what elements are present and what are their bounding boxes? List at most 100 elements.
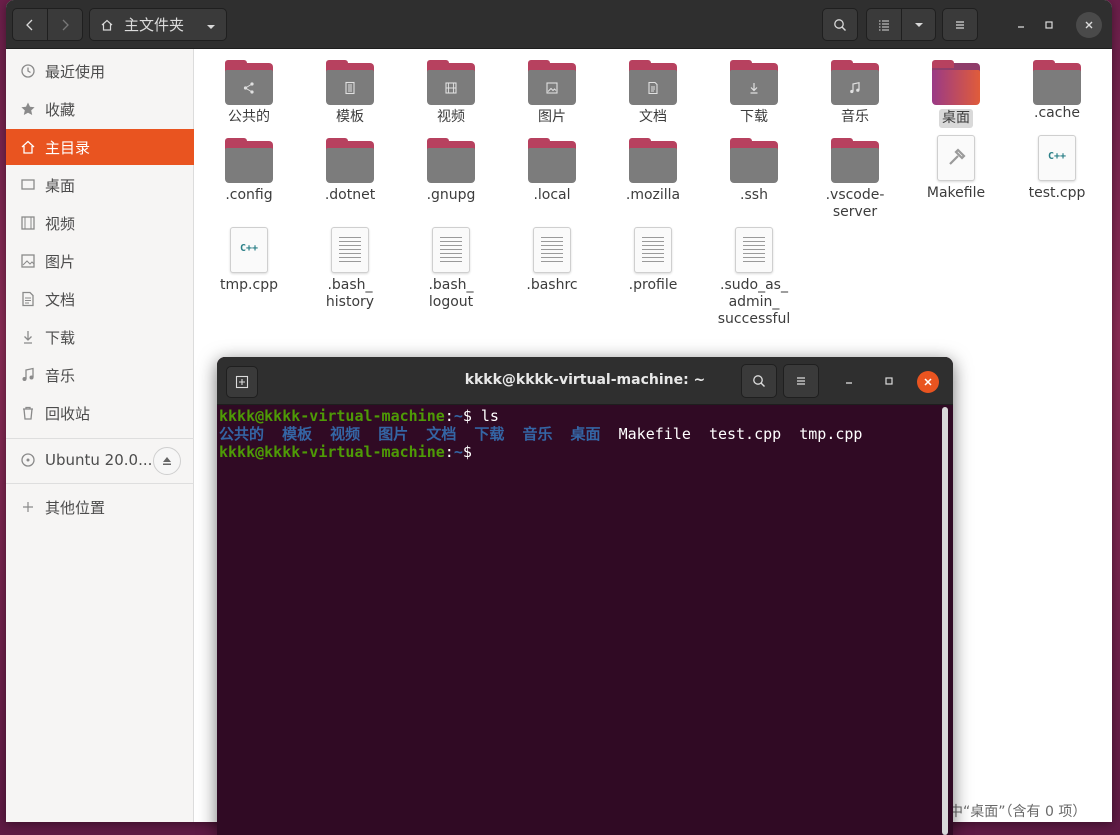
sidebar-item-home[interactable]: 主目录: [6, 129, 194, 165]
sidebar-item-label: 回收站: [45, 404, 91, 423]
maximize-button[interactable]: [1036, 12, 1062, 38]
file-name: 桌面: [939, 109, 973, 128]
close-button[interactable]: [1076, 12, 1102, 38]
status-floating-bar: 中“桌面”（含有 0 项）: [949, 804, 1087, 820]
file-item-desktop[interactable]: 桌面: [908, 57, 1004, 128]
file-name: .ssh: [740, 187, 768, 203]
sidebar-item-downloads[interactable]: 下载: [6, 319, 194, 355]
clock-icon: [19, 63, 36, 80]
folder-icon: [427, 60, 475, 105]
sidebar-item-documents[interactable]: 文档: [6, 281, 194, 317]
file-item-test-cpp[interactable]: C++ test.cpp: [1009, 135, 1105, 202]
text-file-icon: [533, 227, 571, 273]
sidebar-item-ubuntu-disc[interactable]: Ubuntu 20.0...: [6, 442, 194, 478]
file-item-videos[interactable]: 视频: [403, 57, 499, 126]
folder-icon: [629, 138, 677, 183]
file-item-config[interactable]: .config: [201, 135, 297, 204]
trash-icon: [19, 405, 36, 422]
list-view-button[interactable]: [866, 8, 902, 41]
file-item-bash-logout[interactable]: .bash_ logout: [403, 227, 499, 311]
sidebar-item-label: 视频: [45, 214, 76, 233]
terminal-scrollbar[interactable]: [942, 407, 948, 835]
disc-icon: [19, 452, 36, 469]
minimize-icon: [1018, 26, 1024, 28]
terminal-menu-button[interactable]: [783, 364, 819, 398]
file-item-tmp-cpp[interactable]: C++ tmp.cpp: [201, 227, 297, 294]
terminal-maximize-button[interactable]: [877, 369, 901, 393]
cpp-file-icon: C++: [1038, 135, 1076, 181]
list-view-icon: [879, 19, 889, 31]
file-name: 模板: [336, 109, 364, 125]
plus-icon: [19, 499, 36, 516]
file-item-dotnet[interactable]: .dotnet: [302, 135, 398, 204]
search-icon: [834, 18, 846, 31]
music-icon: [850, 81, 860, 93]
music-icon: [19, 367, 36, 384]
file-name: 音乐: [841, 109, 869, 125]
terminal-headerbar: kkkk@kkkk-virtual-machine: ~: [217, 357, 953, 405]
file-item-public[interactable]: 公共的: [201, 57, 297, 126]
sidebar-item-music[interactable]: 音乐: [6, 357, 194, 393]
sidebar-item-pictures[interactable]: 图片: [6, 243, 194, 279]
file-name: 视频: [437, 109, 465, 125]
picture-icon: [19, 253, 36, 270]
file-item-bash-history[interactable]: .bash_ history: [302, 227, 398, 311]
file-item-templates[interactable]: 模板: [302, 57, 398, 126]
share-icon: [243, 81, 254, 94]
sidebar-item-trash[interactable]: 回收站: [6, 395, 194, 431]
sidebar-item-other-locations[interactable]: 其他位置: [6, 489, 194, 525]
file-item-pictures[interactable]: 图片: [504, 57, 600, 126]
file-name: .bash_ history: [325, 277, 375, 310]
path-label: 主文件夹: [124, 16, 185, 34]
file-item-ssh[interactable]: .ssh: [706, 135, 802, 204]
chevron-right-icon: [62, 19, 69, 30]
file-item-local[interactable]: .local: [504, 135, 600, 204]
path-bar-home-button[interactable]: 主文件夹: [89, 8, 227, 41]
file-item-vscode-server[interactable]: .vscode- server: [807, 135, 903, 221]
file-item-music[interactable]: 音乐: [807, 57, 903, 126]
terminal-minimize-button[interactable]: [837, 369, 861, 393]
file-name: .mozilla: [625, 187, 681, 203]
folder-icon: [326, 138, 374, 183]
file-item-sudo-as-admin[interactable]: .sudo_as_ admin_ successful: [706, 227, 802, 328]
image-icon: [546, 81, 558, 94]
terminal-search-button[interactable]: [741, 364, 777, 398]
folder-icon: [831, 60, 879, 105]
search-button[interactable]: [822, 8, 858, 41]
hamburger-icon: [797, 377, 805, 385]
file-name: .gnupg: [426, 187, 476, 203]
folder-icon: [730, 138, 778, 183]
file-item-cache[interactable]: .cache: [1009, 57, 1105, 122]
sidebar-item-recent[interactable]: 最近使用: [6, 53, 194, 89]
minimize-button[interactable]: [1008, 12, 1034, 38]
back-button[interactable]: [12, 8, 48, 41]
file-name: 公共的: [228, 109, 270, 125]
file-name: 下载: [740, 109, 768, 125]
home-icon: [19, 139, 36, 156]
search-icon: [753, 375, 765, 387]
download-icon: [750, 82, 758, 94]
terminal-line: kkkk@kkkk-virtual-machine:~$ ls: [219, 407, 499, 425]
sidebar-item-starred[interactable]: 收藏: [6, 91, 194, 127]
file-item-profile[interactable]: .profile: [605, 227, 701, 294]
hamburger-menu-button[interactable]: [942, 8, 978, 41]
hamburger-icon: [956, 20, 964, 29]
terminal-close-button[interactable]: [917, 371, 939, 393]
file-name: test.cpp: [1028, 185, 1086, 201]
terminal-output[interactable]: kkkk@kkkk-virtual-machine:~$ ls 公共的 模板 视…: [219, 407, 939, 835]
file-item-documents[interactable]: 文档: [605, 57, 701, 126]
eject-button[interactable]: [153, 447, 181, 475]
download-icon: [19, 329, 36, 346]
file-item-mozilla[interactable]: .mozilla: [605, 135, 701, 204]
sidebar-item-videos[interactable]: 视频: [6, 205, 194, 241]
file-name: .sudo_as_ admin_ successful: [717, 277, 791, 327]
forward-button[interactable]: [47, 8, 83, 41]
view-options-button[interactable]: [901, 8, 936, 41]
file-item-bashrc[interactable]: .bashrc: [504, 227, 600, 294]
file-item-makefile[interactable]: Makefile: [908, 135, 1004, 202]
file-item-downloads[interactable]: 下载: [706, 57, 802, 126]
folder-icon: [730, 60, 778, 105]
sidebar-item-label: 下载: [45, 328, 76, 347]
file-item-gnupg[interactable]: .gnupg: [403, 135, 499, 204]
sidebar-item-desktop[interactable]: 桌面: [6, 167, 194, 203]
